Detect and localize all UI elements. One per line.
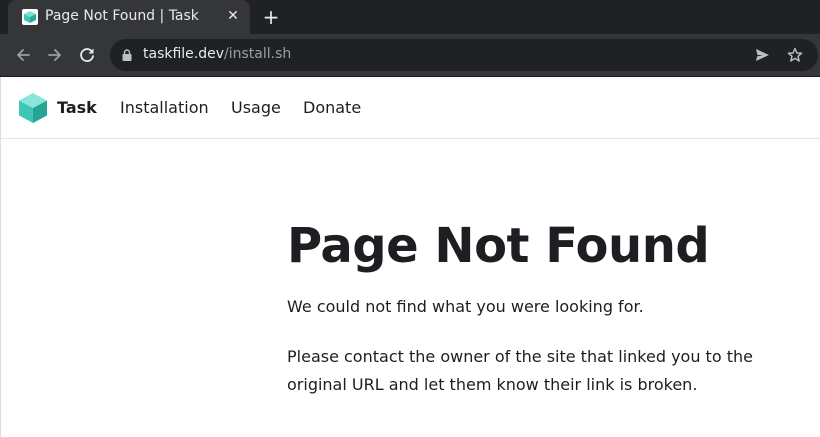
back-arrow-icon[interactable] xyxy=(12,44,34,66)
site-navbar: Task Installation Usage Donate xyxy=(0,77,820,139)
nav-link-donate[interactable]: Donate xyxy=(303,98,361,117)
address-bar[interactable]: taskfile.dev/install.sh xyxy=(110,39,818,71)
not-found-message: We could not find what you were looking … xyxy=(287,297,644,316)
site-brand[interactable]: Task xyxy=(57,98,97,117)
contact-owner-message: Please contact the owner of the site tha… xyxy=(287,347,753,394)
lock-icon[interactable] xyxy=(122,49,132,61)
browser-tab[interactable]: Page Not Found | Task ✕ xyxy=(8,0,250,34)
star-icon[interactable] xyxy=(787,47,803,63)
page-title: Page Not Found xyxy=(287,218,710,274)
send-icon[interactable] xyxy=(754,47,770,63)
url-path: /install.sh xyxy=(224,46,292,62)
nav-link-installation[interactable]: Installation xyxy=(120,98,209,117)
reload-icon[interactable] xyxy=(76,44,98,66)
new-tab-button[interactable]: + xyxy=(260,6,282,28)
tab-strip: Page Not Found | Task ✕ + xyxy=(0,0,820,34)
task-logo-icon[interactable] xyxy=(18,92,48,124)
nav-link-usage[interactable]: Usage xyxy=(231,98,281,117)
forward-arrow-icon[interactable] xyxy=(44,44,66,66)
browser-toolbar: taskfile.dev/install.sh xyxy=(0,34,820,76)
url-text[interactable]: taskfile.dev/install.sh xyxy=(143,46,291,62)
url-host: taskfile.dev xyxy=(143,46,225,62)
close-icon[interactable]: ✕ xyxy=(225,8,241,24)
tab-title: Page Not Found | Task xyxy=(45,8,199,24)
task-cube-icon xyxy=(22,9,38,25)
page-left-border xyxy=(0,77,1,437)
